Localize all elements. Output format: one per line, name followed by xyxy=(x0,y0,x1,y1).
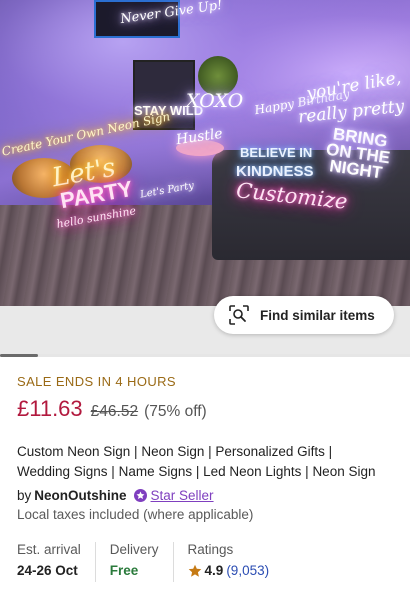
shipping-info-row: Est. arrival 24-26 Oct Delivery Free Rat… xyxy=(17,542,397,582)
est-arrival-value: 24-26 Oct xyxy=(17,563,78,578)
listing-title[interactable]: Custom Neon Sign | Neon Sign | Personali… xyxy=(17,442,397,482)
delivery-label: Delivery xyxy=(109,542,159,557)
neon-believe-in: BELIEVE IN xyxy=(240,145,313,160)
rating-value: 4.9 xyxy=(204,563,224,578)
taxes-note: Local taxes included (where applicable) xyxy=(17,507,254,522)
image-carousel-scrollbar[interactable] xyxy=(0,354,410,357)
price-row: £11.63 £46.52 (75% off) xyxy=(17,396,207,422)
original-price: £46.52 xyxy=(90,403,139,420)
ratings-label: Ratings xyxy=(187,542,234,557)
find-similar-label: Find similar items xyxy=(260,307,375,323)
shop-name-link[interactable]: NeonOutshine xyxy=(34,488,126,503)
delivery-section: Delivery Free xyxy=(94,542,173,582)
est-arrival-section: Est. arrival 24-26 Oct xyxy=(17,542,95,582)
seller-row: by NeonOutshine Star Seller xyxy=(17,488,214,503)
delivery-value: Free xyxy=(109,563,139,578)
neon-kindness: KINDNESS xyxy=(236,163,314,180)
listing-title-line-1: Custom Neon Sign | Neon Sign | Personali… xyxy=(17,444,333,459)
star-icon xyxy=(188,564,202,578)
est-arrival-label: Est. arrival xyxy=(17,542,81,557)
star-seller-badge-icon xyxy=(133,489,147,502)
visual-search-icon xyxy=(228,304,250,326)
star-seller-link[interactable]: Star Seller xyxy=(151,488,214,503)
rating-count-link[interactable]: (9,053) xyxy=(226,563,269,578)
listing-hero-image[interactable]: Never Give Up! STAY WILD XOXO Happy Birt… xyxy=(0,0,410,306)
sale-countdown: SALE ENDS IN 4 HOURS xyxy=(17,374,176,389)
neon-xoxo: XOXO xyxy=(186,90,244,112)
discount-percent: (75% off) xyxy=(144,403,207,420)
neon-bring-on-the-night: BRING ON THE NIGHT xyxy=(324,124,392,183)
sale-price: £11.63 xyxy=(17,396,83,421)
find-similar-button[interactable]: Find similar items xyxy=(214,296,394,334)
image-carousel-scroll-thumb[interactable] xyxy=(0,354,38,357)
listing-title-line-2: Wedding Signs | Name Signs | Led Neon Li… xyxy=(17,464,376,479)
ratings-value-row: 4.9 (9,053) xyxy=(188,563,269,578)
seller-prefix: by xyxy=(17,488,32,503)
ratings-section[interactable]: Ratings 4.9 (9,053) xyxy=(172,542,284,582)
